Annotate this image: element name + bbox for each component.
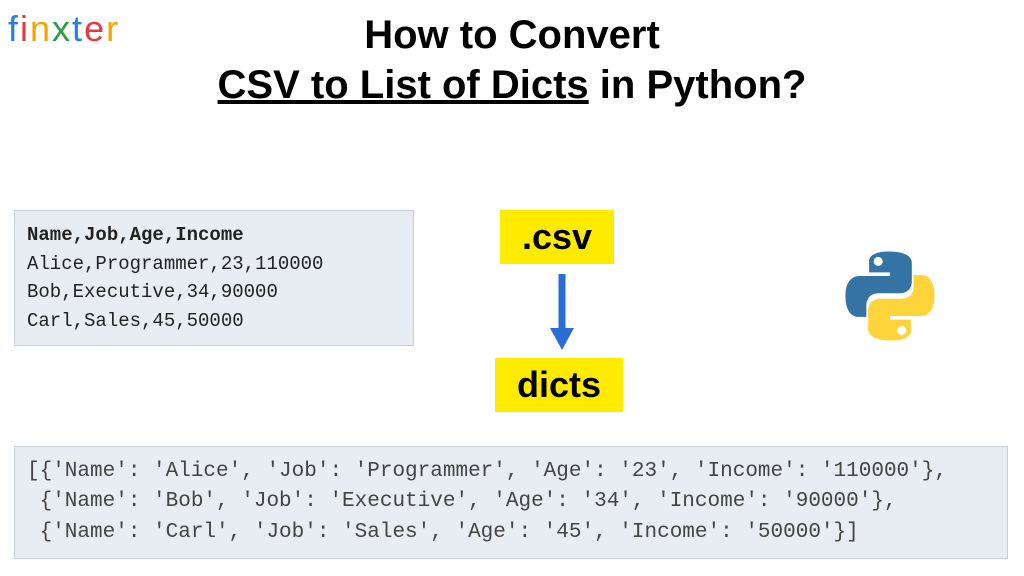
dicts-label: dicts <box>495 358 623 412</box>
heading-underlined: CSV to List of Dicts <box>218 63 589 107</box>
csv-row: Bob,Executive,34,90000 <box>27 278 401 307</box>
python-logo-icon <box>840 246 940 346</box>
arrow-down-icon <box>548 272 576 350</box>
csv-label: .csv <box>500 210 614 264</box>
csv-row: Carl,Sales,45,50000 <box>27 307 401 336</box>
page-title: How to Convert CSV to List of Dicts in P… <box>0 10 1024 110</box>
output-content-box: [{'Name': 'Alice', 'Job': 'Programmer', … <box>14 446 1008 559</box>
csv-header: Name,Job,Age,Income <box>27 221 401 250</box>
heading-line1: How to Convert <box>364 13 660 57</box>
csv-row: Alice,Programmer,23,110000 <box>27 250 401 279</box>
csv-content-box: Name,Job,Age,Income Alice,Programmer,23,… <box>14 210 414 346</box>
heading-suffix: in Python? <box>589 63 807 107</box>
